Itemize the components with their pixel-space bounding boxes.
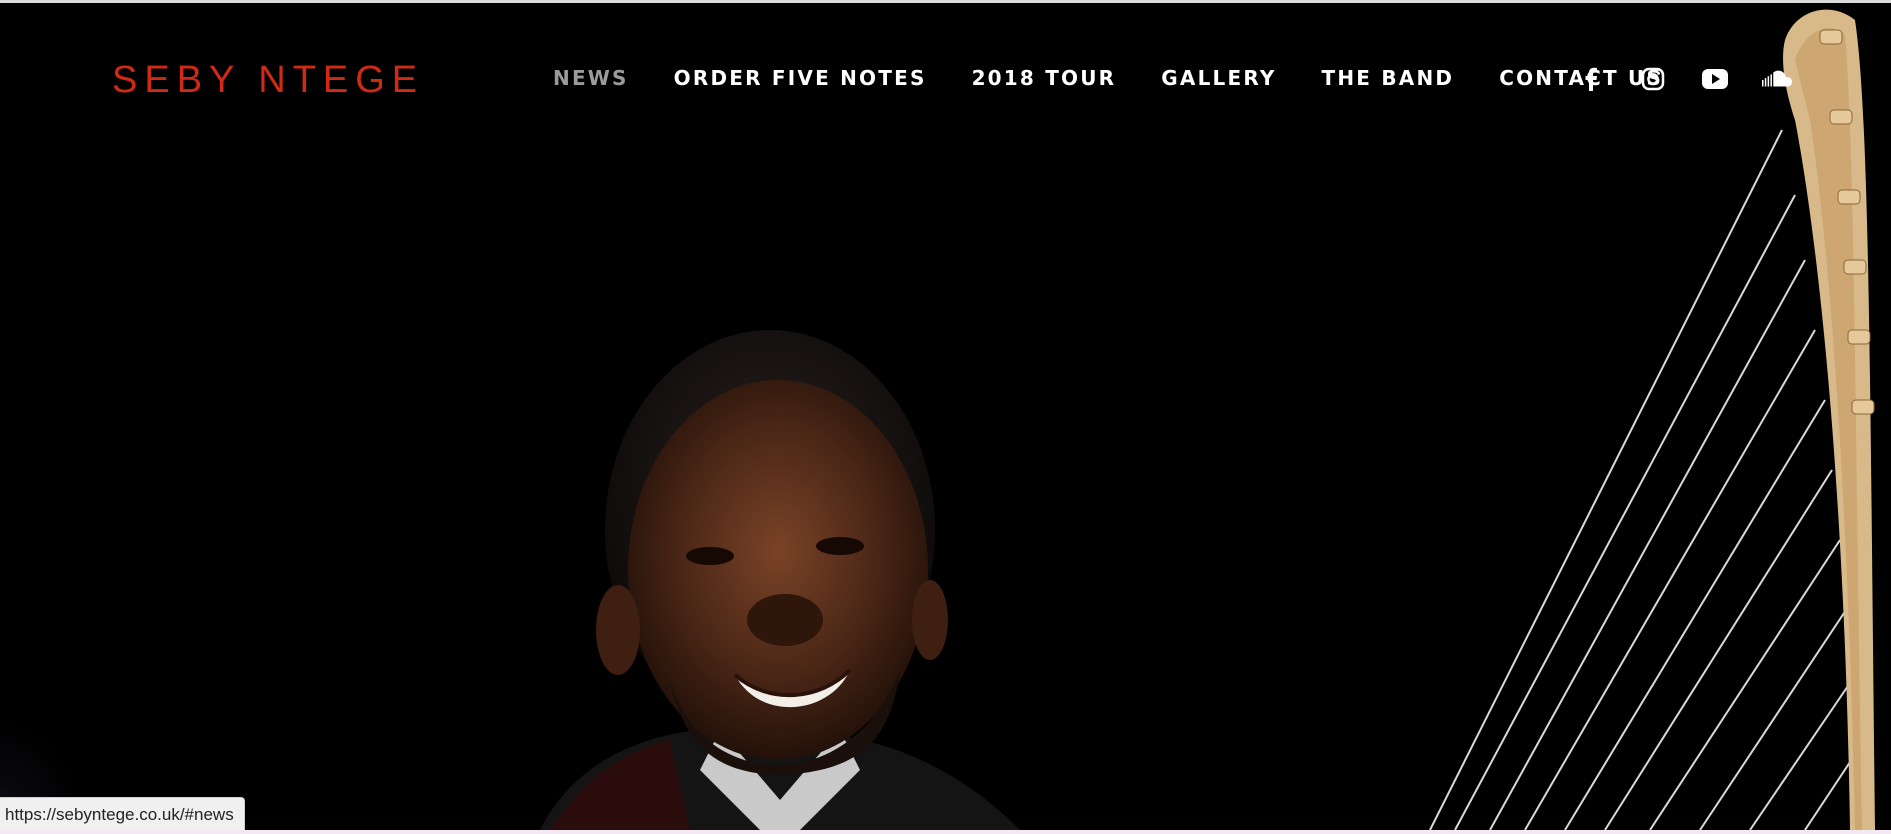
youtube-icon[interactable] bbox=[1700, 64, 1730, 94]
nav-item-gallery[interactable]: GALLERY bbox=[1161, 66, 1276, 90]
nav-item-the-band[interactable]: THE BAND bbox=[1322, 66, 1455, 90]
soundcloud-icon[interactable] bbox=[1762, 64, 1792, 94]
nav-item-news[interactable]: NEWS bbox=[553, 66, 629, 90]
facebook-icon[interactable] bbox=[1576, 64, 1606, 94]
window-top-border bbox=[0, 0, 1891, 3]
site-logo[interactable]: SEBY NTEGE bbox=[112, 58, 424, 102]
main-nav: NEWS ORDER FIVE NOTES 2018 TOUR GALLERY … bbox=[553, 66, 1708, 90]
instagram-icon[interactable] bbox=[1638, 64, 1668, 94]
nav-item-2018-tour[interactable]: 2018 TOUR bbox=[972, 66, 1117, 90]
hero-image: SEBY NTEGE NEWS ORDER FIVE NOTES 2018 TO… bbox=[0, 0, 1891, 830]
social-links bbox=[1576, 64, 1824, 94]
harp-illustration bbox=[1429, 9, 1875, 830]
browser-status-url: https://sebyntege.co.uk/#news bbox=[0, 797, 245, 830]
window-bottom-border bbox=[0, 830, 1891, 834]
musician-portrait bbox=[540, 330, 1020, 830]
nav-item-order-five-notes[interactable]: ORDER FIVE NOTES bbox=[674, 66, 927, 90]
